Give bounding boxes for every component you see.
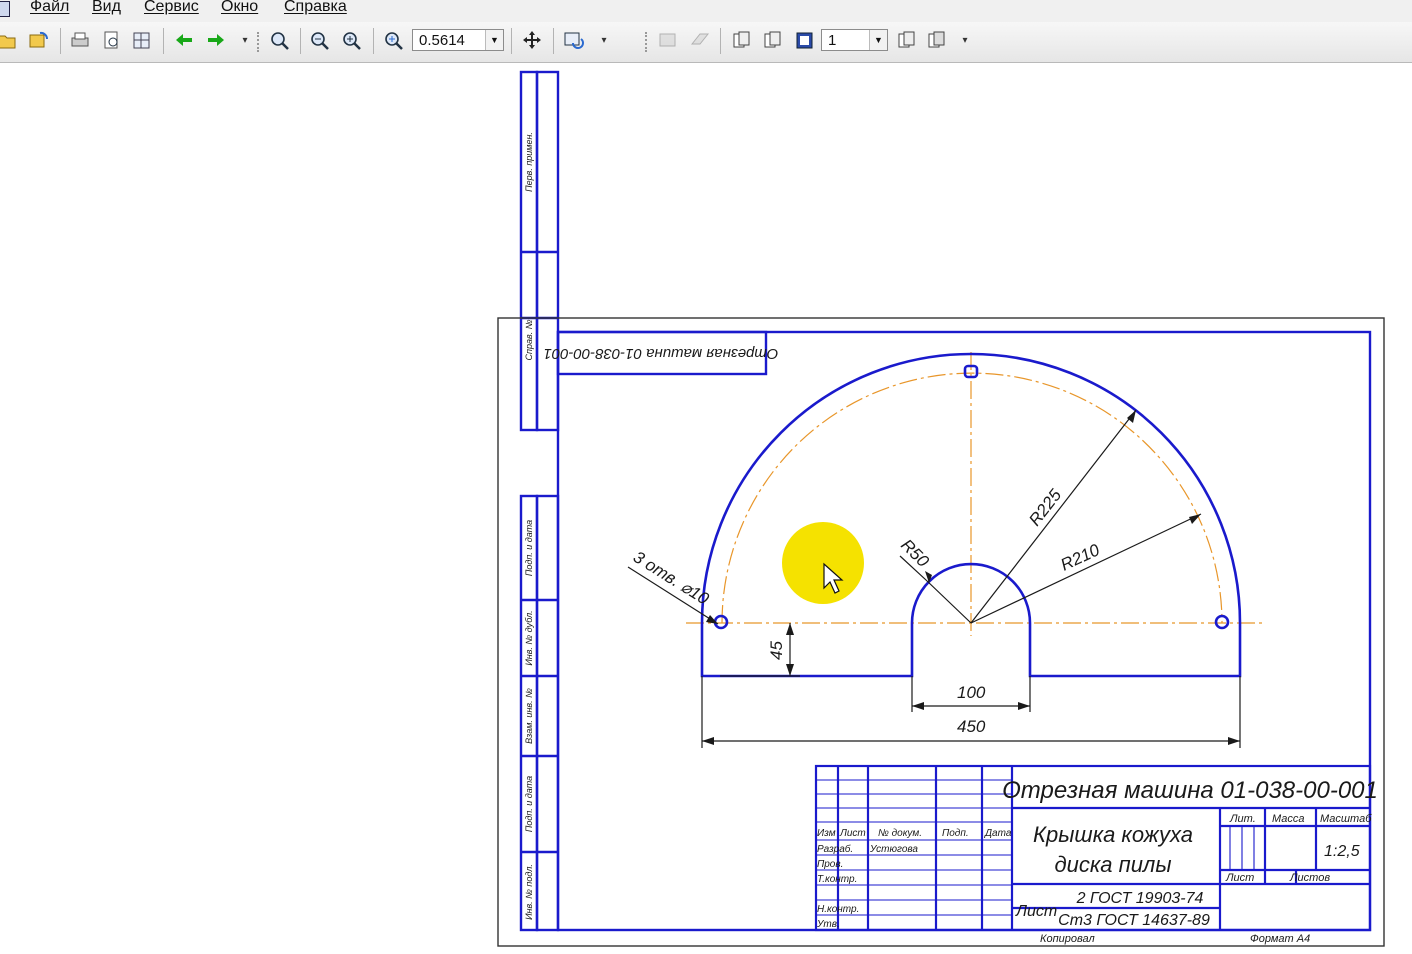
- title-part-name-1: Крышка кожуха: [1033, 822, 1193, 847]
- side-stamp-label: Перв. примен.: [524, 132, 534, 192]
- dim-holes: 3 отв. ⌀10: [630, 547, 713, 609]
- title-row-label: № докум.: [878, 828, 922, 839]
- side-stamp-label: Справ. №: [524, 319, 534, 360]
- title-role: Утв.: [816, 919, 840, 930]
- side-stamp-label: Подп. и дата: [524, 776, 534, 832]
- title-row-label: Изм: [817, 828, 836, 839]
- title-row-label: Подп.: [942, 828, 969, 839]
- stamp-top-text: Отрезная машина 01-038-00-001: [544, 345, 779, 362]
- title-role: Разраб.: [817, 843, 853, 855]
- title-sheet: Лист: [1225, 872, 1254, 884]
- dim-450: 450: [957, 717, 986, 736]
- title-designation: Отрезная машина 01-038-00-001: [1002, 777, 1378, 804]
- dim-r50: R50: [897, 535, 933, 571]
- title-developer: Устюгова: [869, 844, 918, 855]
- dim-100: 100: [957, 683, 986, 702]
- dim-r225: R225: [1025, 485, 1065, 529]
- side-stamp-label: Подп. и дата: [524, 520, 534, 576]
- title-sheets: Листов: [1289, 872, 1330, 884]
- title-lit: Лит.: [1229, 813, 1256, 825]
- title-mass: Масса: [1272, 813, 1305, 825]
- title-role: Н.контр.: [817, 904, 859, 915]
- drawing-sheet: Отрезная машина 01-038-00-001 Перв. прим…: [497, 70, 1385, 947]
- title-material-2: Ст3 ГОСТ 14637-89: [1058, 912, 1210, 929]
- dim-45: 45: [767, 641, 786, 660]
- side-stamp-label: Инв. № дубл.: [524, 610, 534, 665]
- title-row-label: Лист: [839, 828, 866, 839]
- mouse-cursor-icon: [823, 562, 844, 594]
- title-scale-label: Масштаб: [1320, 813, 1372, 825]
- title-copied: Копировал: [1040, 933, 1095, 945]
- title-scale: 1:2,5: [1324, 843, 1360, 860]
- title-material-prefix: Лист: [1015, 903, 1057, 920]
- title-role: Пров.: [817, 859, 843, 870]
- title-part-name-2: диска пилы: [1054, 852, 1171, 877]
- title-role: Т.контр.: [817, 874, 857, 885]
- title-format: Формат А4: [1250, 933, 1310, 945]
- dim-r210: R210: [1058, 540, 1103, 575]
- side-stamp-label: Взам. инв. №: [524, 688, 534, 744]
- title-material-1: 2 ГОСТ 19903-74: [1076, 890, 1204, 907]
- title-row-label: Дата: [984, 828, 1012, 839]
- side-stamp-label: Инв. № подл.: [524, 864, 534, 920]
